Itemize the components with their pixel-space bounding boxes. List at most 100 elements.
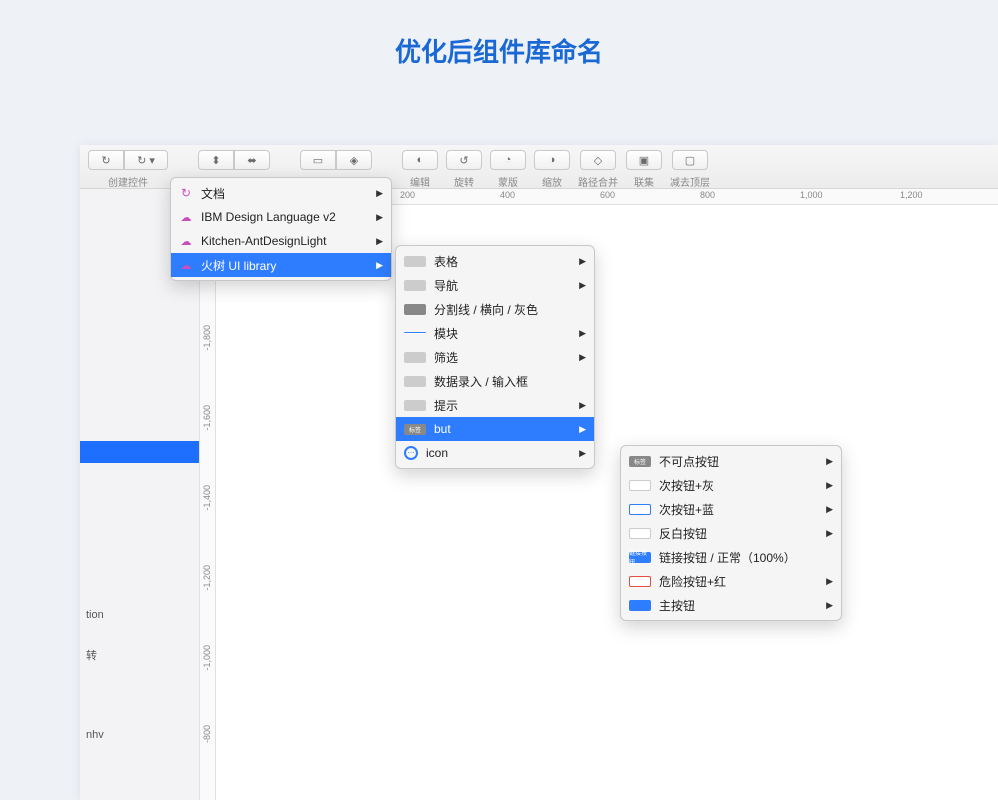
menu-item-label: 分割线 / 横向 / 灰色	[434, 301, 538, 318]
selected-layer-row[interactable]	[80, 441, 199, 463]
menu-item[interactable]: 数据录入 / 输入框	[396, 369, 594, 393]
page-title: 优化后组件库命名	[0, 0, 998, 93]
ruler-tick: 800	[700, 190, 715, 200]
chevron-right-icon: ▶	[579, 328, 586, 339]
menu-item-label: 提示	[434, 397, 458, 414]
ruler-tick: 1,000	[800, 190, 823, 200]
toolbar-button[interactable]: ↻ ▾	[124, 150, 168, 170]
menu-item[interactable]: 导航▶	[396, 273, 594, 297]
toolbar-button[interactable]: ⬌	[234, 150, 270, 170]
component-thumbnail	[629, 480, 651, 491]
cloud-icon: ☁	[179, 258, 193, 272]
menu-item[interactable]: 标签but▶	[396, 417, 594, 441]
menu-item-label: but	[434, 422, 451, 436]
menu-item-label: 表格	[434, 253, 458, 270]
menu-item[interactable]: 分割线 / 横向 / 灰色	[396, 297, 594, 321]
component-thumbnail	[404, 352, 426, 363]
toolbar-label: 旋转	[454, 174, 474, 189]
toolbar-button[interactable]: ◑	[534, 150, 570, 170]
chevron-right-icon: ▶	[826, 528, 833, 539]
component-thumbnail	[404, 376, 426, 387]
menu-item-label: 危险按钮+红	[659, 573, 726, 590]
chevron-right-icon: ▶	[826, 456, 833, 467]
menu-item[interactable]: ☁ IBM Design Language v2 ▶	[171, 205, 391, 229]
toolbar-button[interactable]: ◐	[402, 150, 438, 170]
toolbar-button[interactable]: ▢	[672, 150, 708, 170]
ruler-tick: -800	[202, 725, 212, 743]
toolbar-button[interactable]: ↺	[446, 150, 482, 170]
cloud-icon: ☁	[179, 210, 193, 224]
component-category-menu: 表格▶导航▶分割线 / 横向 / 灰色模块▶筛选▶数据录入 / 输入框提示▶标签…	[395, 245, 595, 469]
menu-item-label: icon	[426, 446, 448, 460]
menu-item-label: IBM Design Language v2	[201, 210, 336, 224]
menu-item[interactable]: 表格▶	[396, 249, 594, 273]
toolbar-label: 编辑	[410, 174, 430, 189]
menu-item[interactable]: 模块▶	[396, 321, 594, 345]
menu-item[interactable]: ⋯ icon ▶	[396, 441, 594, 465]
menu-item[interactable]: 次按钮+灰 ▶	[621, 473, 841, 497]
component-thumbnail	[404, 332, 426, 334]
toolbar-button[interactable]: ↻	[88, 150, 124, 170]
chevron-right-icon: ▶	[376, 236, 383, 247]
toolbar-button[interactable]: ◈	[336, 150, 372, 170]
ruler-tick: 400	[500, 190, 515, 200]
chevron-right-icon: ▶	[826, 480, 833, 491]
layer-item[interactable]: 转	[86, 647, 97, 663]
menu-item[interactable]: ↻文档▶	[171, 181, 391, 205]
ruler-tick: -1,400	[202, 485, 212, 511]
component-thumbnail	[629, 576, 651, 587]
toolbar-button[interactable]: ◔	[490, 150, 526, 170]
toolbar-label: 路径合并	[578, 174, 618, 189]
menu-item-label: 主按钮	[659, 597, 695, 614]
toolbar-label: 缩放	[542, 174, 562, 189]
menu-item-label: 次按钮+蓝	[659, 501, 714, 518]
cloud-icon: ☁	[179, 234, 193, 248]
menu-item[interactable]: 次按钮+蓝▶	[621, 497, 841, 521]
toolbar-group: ◑ 缩放	[534, 150, 570, 189]
component-thumbnail	[629, 504, 651, 515]
toolbar-group: ◔蒙版	[490, 150, 526, 189]
toolbar-label: 减去顶层	[670, 174, 710, 189]
menu-item[interactable]: 危险按钮+红▶	[621, 569, 841, 593]
dots-icon: ⋯	[404, 446, 418, 460]
toolbar-button[interactable]: ▣	[626, 150, 662, 170]
menu-item[interactable]: ☁ Kitchen-AntDesignLight ▶	[171, 229, 391, 253]
menu-item[interactable]: 反白按钮▶	[621, 521, 841, 545]
toolbar-group: ◇ 路径合并	[578, 150, 618, 189]
component-thumbnail	[404, 400, 426, 411]
menu-item[interactable]: 标签不可点按钮▶	[621, 449, 841, 473]
layer-item[interactable]: tion	[86, 609, 104, 621]
menu-item-label: 筛选	[434, 349, 458, 366]
component-thumbnail: 链接按钮	[629, 552, 651, 563]
menu-item-label: 导航	[434, 277, 458, 294]
component-thumbnail	[404, 304, 426, 315]
layer-item[interactable]: nhv	[86, 729, 104, 741]
library-menu: ↻文档▶ ☁ IBM Design Language v2 ▶ ☁ Kitchen-Ant…	[170, 177, 392, 281]
component-thumbnail	[404, 256, 426, 267]
ruler-tick: 200	[400, 190, 415, 200]
toolbar-button[interactable]: ◇	[580, 150, 616, 170]
ruler-tick: 1,200	[900, 190, 923, 200]
chevron-right-icon: ▶	[579, 448, 586, 459]
menu-item[interactable]: 提示▶	[396, 393, 594, 417]
component-thumbnail	[404, 280, 426, 291]
menu-item[interactable]: 主按钮 ▶	[621, 593, 841, 617]
chevron-right-icon: ▶	[376, 212, 383, 223]
chevron-right-icon: ▶	[376, 260, 383, 271]
menu-item-label: Kitchen-AntDesignLight	[201, 234, 326, 248]
chevron-right-icon: ▶	[376, 188, 383, 199]
menu-item[interactable]: 筛选▶	[396, 345, 594, 369]
component-thumbnail	[629, 600, 651, 611]
menu-item-label: 次按钮+灰	[659, 477, 714, 494]
component-thumbnail	[629, 528, 651, 539]
chevron-right-icon: ▶	[826, 600, 833, 611]
menu-item[interactable]: ☁火树 UI library▶	[171, 253, 391, 277]
toolbar-group: ▢ 减去顶层	[670, 150, 710, 189]
toolbar-group: ↺ 旋转	[446, 150, 482, 189]
menu-item[interactable]: 链接按钮链接按钮 / 正常（100%）	[621, 545, 841, 569]
toolbar-button[interactable]: ⬍	[198, 150, 234, 170]
toolbar-button[interactable]: ▭	[300, 150, 336, 170]
menu-item-label: 不可点按钮	[659, 453, 719, 470]
toolbar-group: ⬍⬌	[198, 150, 270, 174]
component-thumbnail: 标签	[404, 424, 426, 435]
